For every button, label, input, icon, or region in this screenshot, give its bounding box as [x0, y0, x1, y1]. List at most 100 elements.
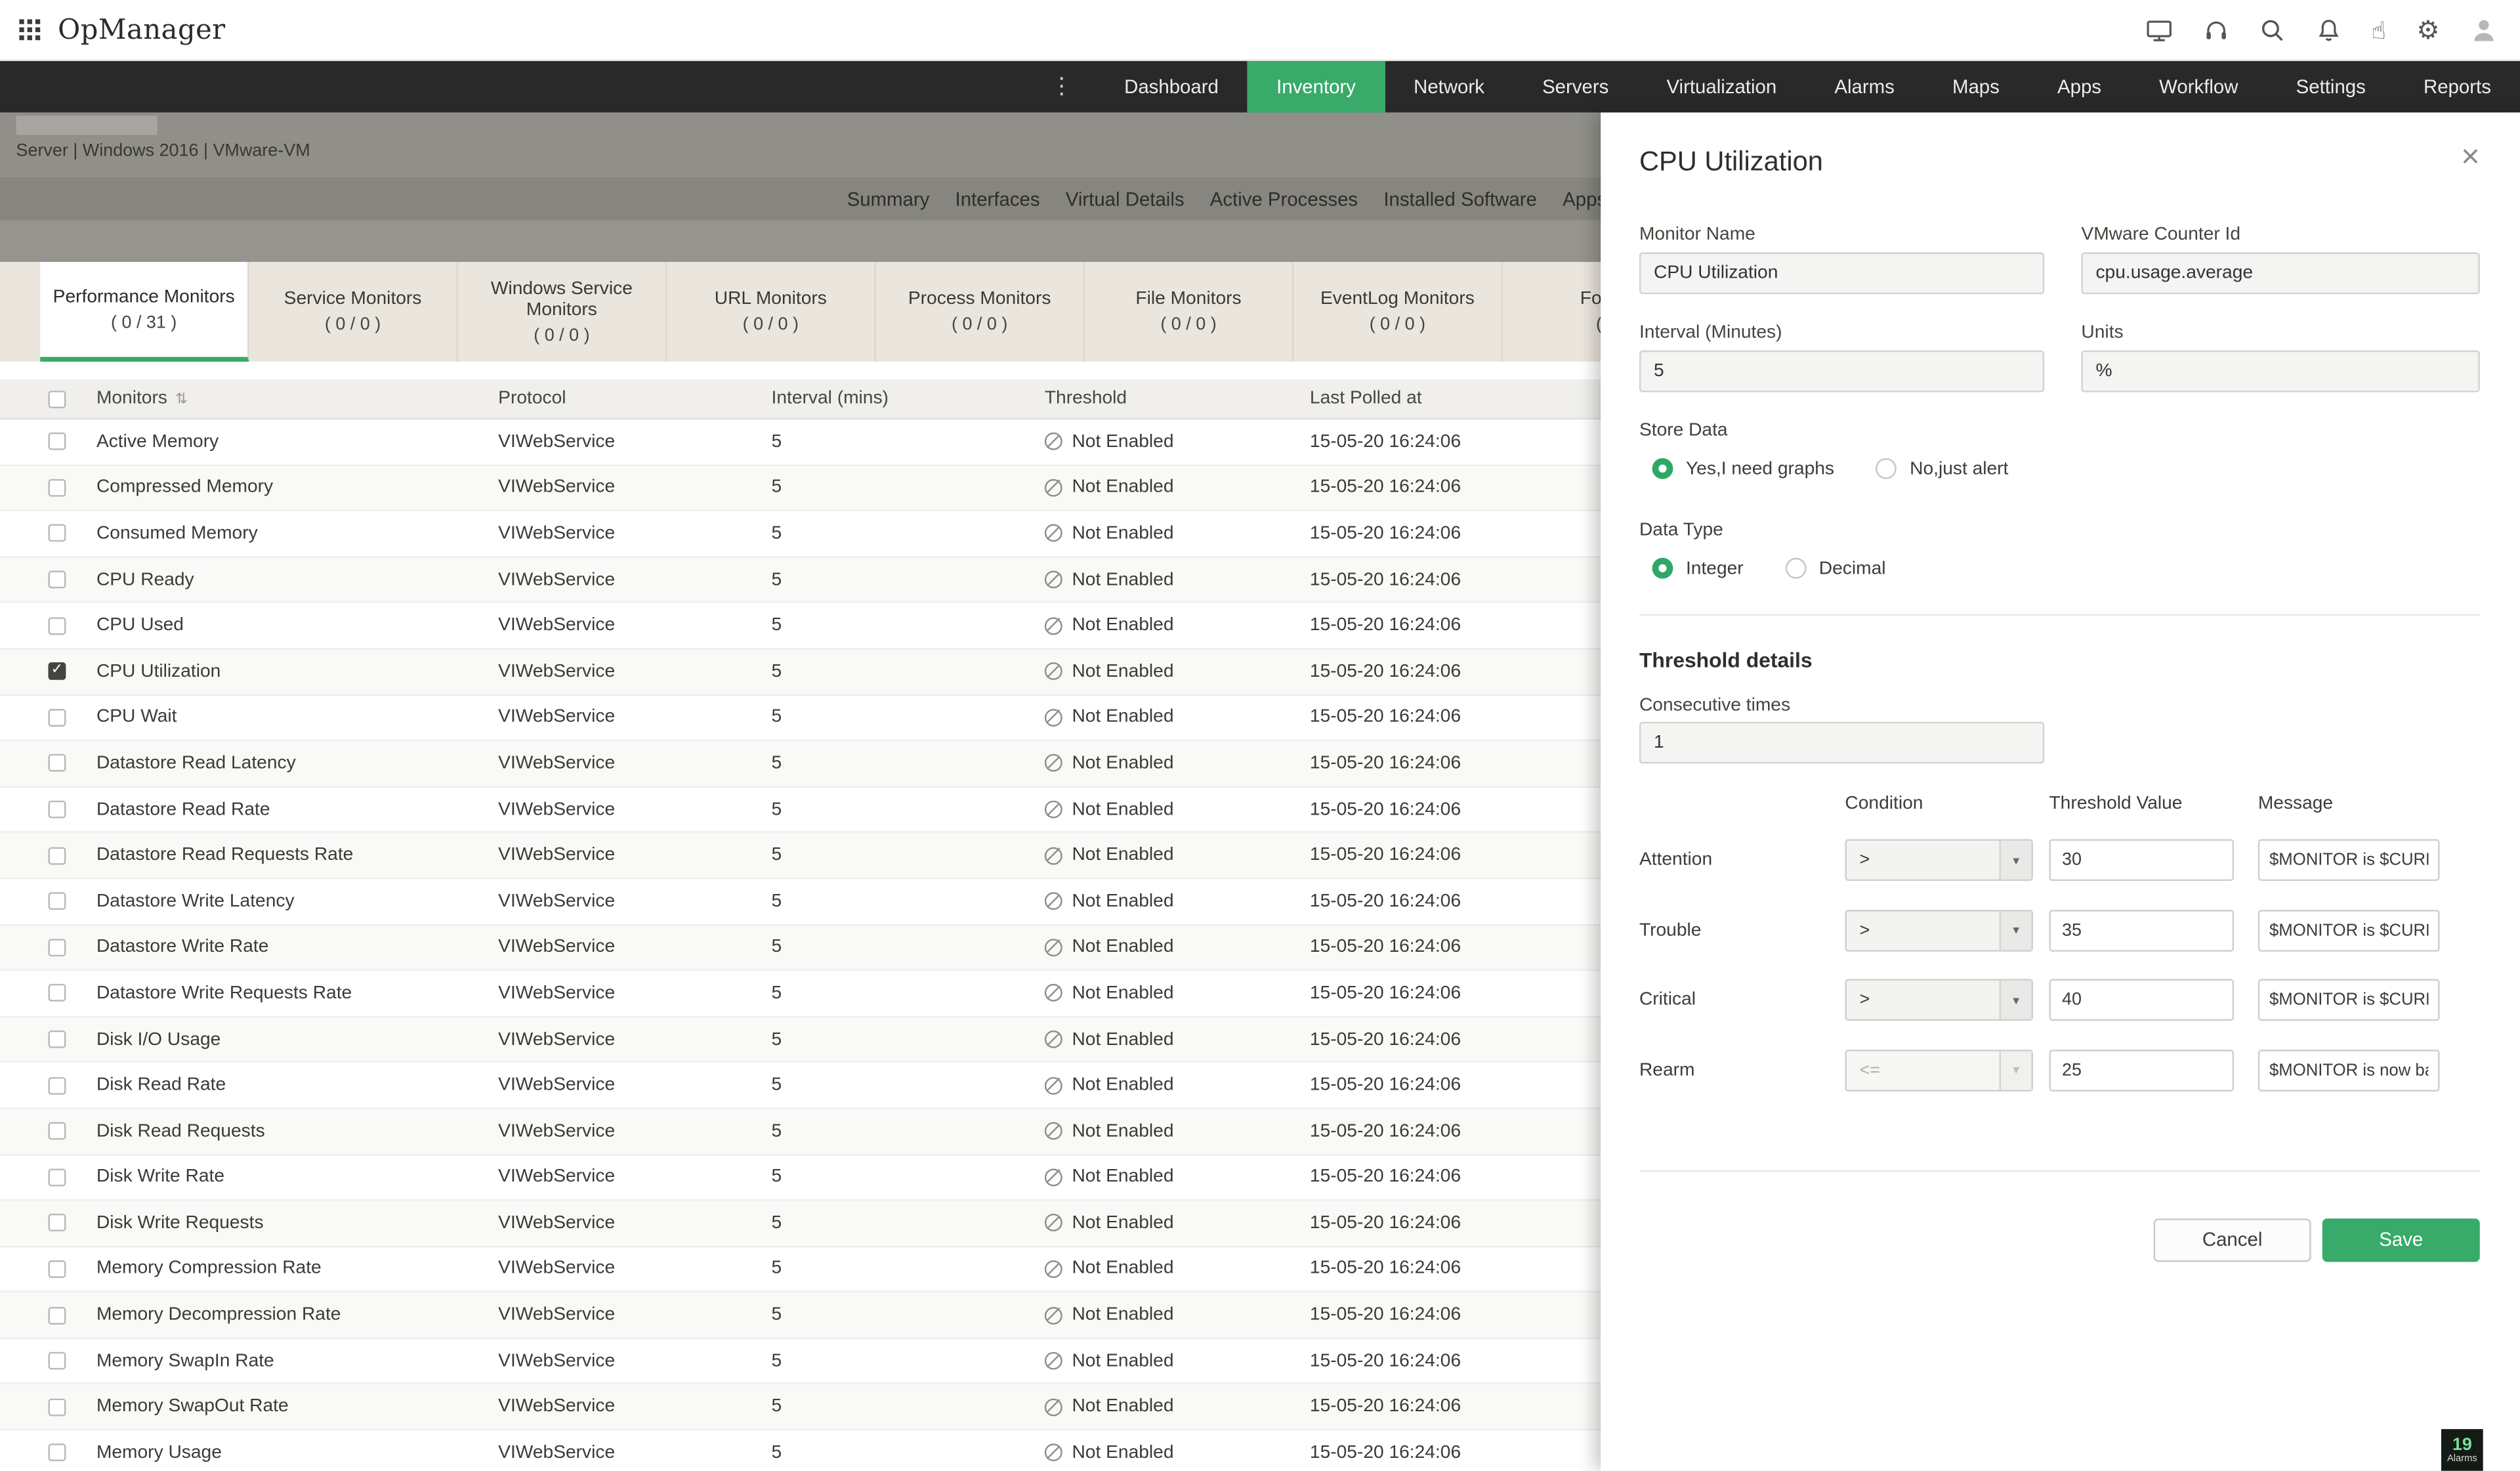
table-row[interactable]: Memory Decompression Rate VIWebService 5… [0, 1292, 1601, 1339]
nav-item[interactable]: Virtualization [1637, 61, 1805, 112]
row-checkbox[interactable] [48, 1306, 66, 1324]
screen-share-icon[interactable] [2145, 17, 2172, 43]
condition-select[interactable]: > ▾ [1845, 839, 2033, 882]
column-header-monitors[interactable]: Monitors ⇅ [90, 389, 492, 408]
radio-icon[interactable] [1785, 557, 1807, 579]
nav-item[interactable]: Workflow [2130, 61, 2267, 112]
condition-select[interactable]: > ▾ [1845, 979, 2033, 1021]
table-row[interactable]: Datastore Read Rate VIWebService 5 Not E… [0, 787, 1601, 834]
table-row[interactable]: Datastore Read Requests Rate VIWebServic… [0, 833, 1601, 880]
row-checkbox[interactable] [48, 938, 66, 956]
table-row[interactable]: Compressed Memory VIWebService 5 Not Ena… [0, 465, 1601, 512]
row-checkbox[interactable] [48, 1444, 66, 1462]
row-checkbox[interactable] [48, 984, 66, 1002]
row-checkbox[interactable] [48, 1352, 66, 1370]
row-checkbox[interactable] [48, 1398, 66, 1416]
row-checkbox[interactable] [48, 524, 66, 543]
row-checkbox[interactable] [48, 1260, 66, 1278]
app-launcher-icon[interactable] [19, 19, 41, 41]
radio-type-integer[interactable]: Integer [1652, 557, 1744, 579]
monitor-tab[interactable]: File Monitors ( 0 / 0 ) [1085, 262, 1294, 362]
table-row[interactable]: Memory Usage VIWebService 5 Not Enabled … [0, 1430, 1601, 1471]
threshold-value-input[interactable] [2049, 839, 2235, 882]
row-checkbox[interactable] [48, 1122, 66, 1140]
table-row[interactable]: Datastore Write Rate VIWebService 5 Not … [0, 925, 1601, 971]
monitor-tab[interactable]: Process Monitors ( 0 / 0 ) [876, 262, 1085, 362]
table-row[interactable]: Disk Read Rate VIWebService 5 Not Enable… [0, 1063, 1601, 1109]
table-row[interactable]: CPU Wait VIWebService 5 Not Enabled 15-0… [0, 695, 1601, 742]
interval-input[interactable] [1639, 350, 2045, 393]
monitor-tab[interactable]: Folder ( 0 [1503, 262, 1601, 362]
monitor-tab[interactable]: Service Monitors ( 0 / 0 ) [249, 262, 458, 362]
search-icon[interactable] [2259, 17, 2284, 43]
condition-select[interactable]: > ▾ [1845, 908, 2033, 951]
page-tab[interactable]: Active Processes [1210, 187, 1358, 209]
table-row[interactable]: Consumed Memory VIWebService 5 Not Enabl… [0, 511, 1601, 558]
close-icon[interactable]: × [2461, 142, 2480, 174]
notifications-bell-icon[interactable] [2315, 17, 2341, 43]
nav-item[interactable]: Alarms [1805, 61, 1923, 112]
threshold-value-input[interactable] [2049, 1048, 2235, 1091]
chevron-down-icon[interactable]: ▾ [1999, 840, 2032, 880]
table-row[interactable]: Datastore Write Latency VIWebService 5 N… [0, 879, 1601, 926]
page-tab[interactable]: Interfaces [956, 187, 1040, 209]
nav-item[interactable]: Inventory [1247, 61, 1385, 113]
row-checkbox[interactable] [48, 570, 66, 589]
units-input[interactable] [2081, 350, 2480, 393]
hand-gesture-icon[interactable]: ☝ [2372, 17, 2386, 43]
table-row[interactable]: Disk I/O Usage VIWebService 5 Not Enable… [0, 1017, 1601, 1063]
row-checkbox[interactable] [48, 479, 66, 497]
table-row[interactable]: Disk Read Requests VIWebService 5 Not En… [0, 1109, 1601, 1155]
radio-store-graphs[interactable]: Yes,I need graphs [1652, 458, 1834, 479]
threshold-message-input[interactable] [2258, 839, 2440, 882]
nav-item[interactable]: Maps [1923, 61, 2028, 112]
row-checkbox[interactable] [48, 433, 66, 451]
table-row[interactable]: Disk Write Rate VIWebService 5 Not Enabl… [0, 1155, 1601, 1201]
save-button[interactable]: Save [2322, 1218, 2480, 1262]
radio-icon[interactable] [1652, 458, 1673, 479]
table-row[interactable]: Datastore Write Requests Rate VIWebServi… [0, 971, 1601, 1017]
row-checkbox[interactable] [48, 800, 66, 819]
table-row[interactable]: CPU Ready VIWebService 5 Not Enabled 15-… [0, 557, 1601, 604]
threshold-value-input[interactable] [2049, 979, 2235, 1021]
kebab-menu-icon[interactable]: ⋮ [1050, 61, 1095, 112]
row-checkbox[interactable] [48, 662, 66, 681]
monitor-tab[interactable]: URL Monitors ( 0 / 0 ) [667, 262, 876, 362]
threshold-message-input[interactable] [2258, 908, 2440, 951]
row-checkbox[interactable] [48, 1214, 66, 1232]
monitor-tab[interactable]: Windows Service Monitors ( 0 / 0 ) [458, 262, 667, 362]
threshold-value-input[interactable] [2049, 908, 2235, 951]
nav-item[interactable]: Network [1385, 61, 1513, 112]
user-avatar[interactable] [2470, 16, 2498, 43]
table-row[interactable]: CPU Used VIWebService 5 Not Enabled 15-0… [0, 603, 1601, 650]
row-checkbox[interactable] [48, 1076, 66, 1094]
nav-item[interactable]: Reports [2395, 61, 2520, 112]
row-checkbox[interactable] [48, 846, 66, 864]
counter-id-input[interactable] [2081, 252, 2480, 295]
row-checkbox[interactable] [48, 754, 66, 773]
settings-gear-icon[interactable]: ⚙ [2416, 16, 2439, 43]
table-row[interactable]: Memory SwapOut Rate VIWebService 5 Not E… [0, 1384, 1601, 1431]
table-row[interactable]: Disk Write Requests VIWebService 5 Not E… [0, 1201, 1601, 1247]
nav-item[interactable]: Servers [1513, 61, 1637, 112]
page-tab[interactable]: Installed Software [1383, 187, 1537, 209]
row-checkbox[interactable] [48, 616, 66, 635]
monitor-tab[interactable]: Performance Monitors ( 0 / 31 ) [40, 262, 249, 362]
monitor-name-input[interactable] [1639, 252, 2045, 295]
page-tab[interactable]: Apps [1563, 187, 1606, 209]
chevron-down-icon[interactable]: ▾ [1999, 910, 2032, 950]
chevron-down-icon[interactable]: ▾ [1999, 980, 2032, 1019]
nav-item[interactable]: Dashboard [1095, 61, 1248, 112]
nav-item[interactable]: Apps [2028, 61, 2130, 112]
row-checkbox[interactable] [48, 708, 66, 727]
condition-select[interactable]: <= ▾ [1845, 1048, 2033, 1091]
row-checkbox[interactable] [48, 892, 66, 910]
sort-icon[interactable]: ⇅ [175, 393, 187, 408]
support-headset-icon[interactable] [2202, 17, 2228, 43]
cancel-button[interactable]: Cancel [2153, 1218, 2311, 1262]
table-row[interactable]: Active Memory VIWebService 5 Not Enabled… [0, 419, 1601, 466]
nav-item[interactable]: Settings [2267, 61, 2395, 112]
table-row[interactable]: Datastore Read Latency VIWebService 5 No… [0, 741, 1601, 788]
row-checkbox[interactable] [48, 1030, 66, 1048]
table-row[interactable]: CPU Utilization VIWebService 5 Not Enabl… [0, 649, 1601, 696]
